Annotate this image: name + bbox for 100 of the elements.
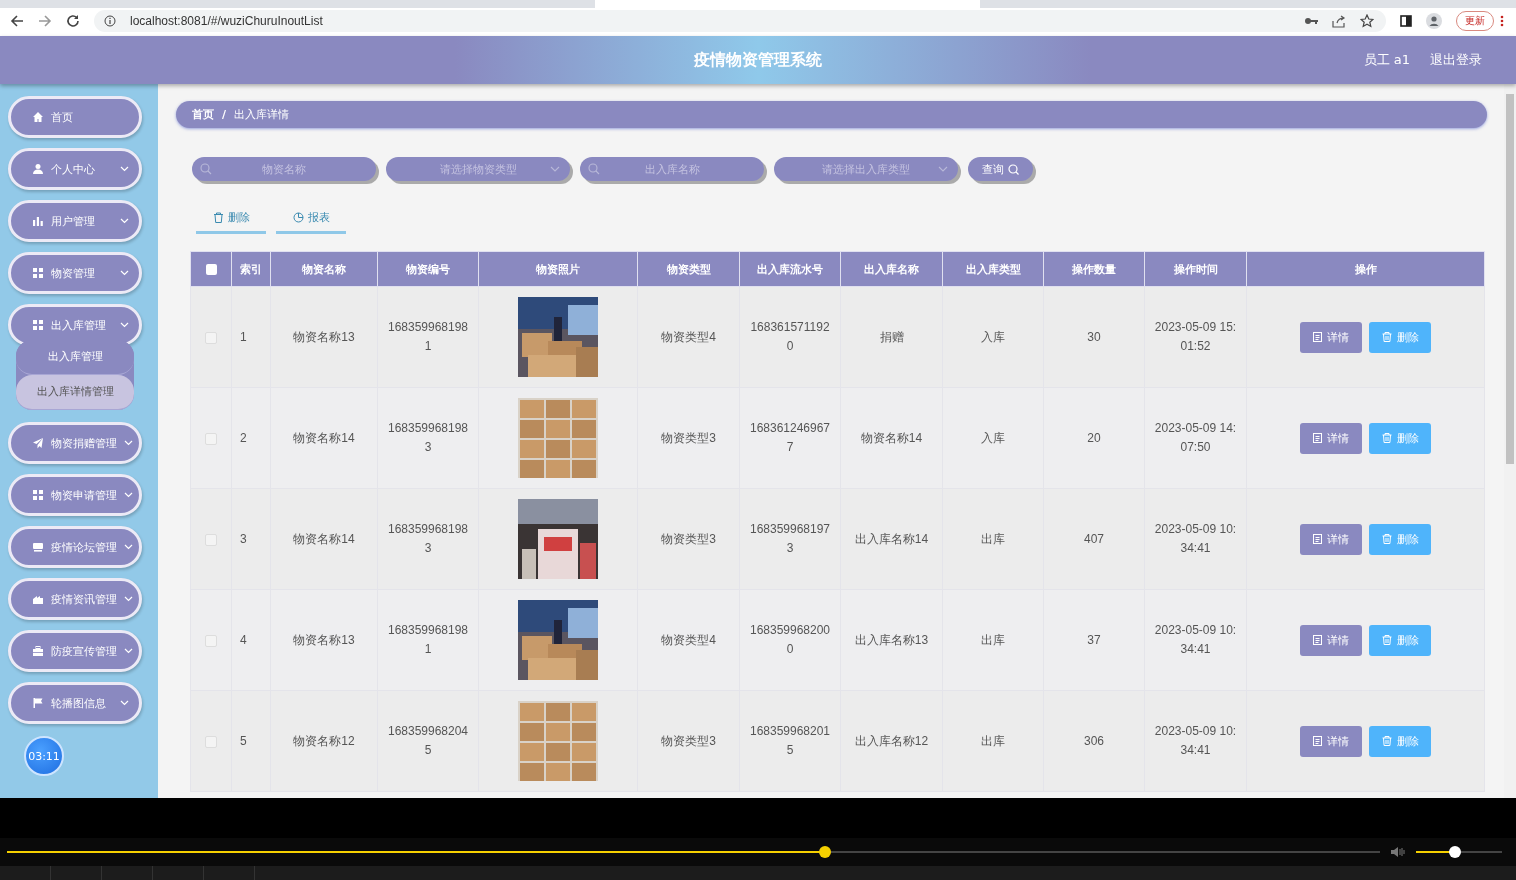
table-cell: 出库 bbox=[981, 733, 1005, 748]
menu-item[interactable]: 个人中心 bbox=[8, 148, 142, 190]
trash-icon bbox=[212, 211, 224, 223]
monitor-icon bbox=[32, 541, 44, 553]
key-icon[interactable] bbox=[1304, 16, 1318, 26]
details-button[interactable]: 详情 bbox=[1300, 422, 1362, 454]
column-header: 物资类型 bbox=[637, 251, 740, 287]
speaker-icon[interactable] bbox=[1390, 846, 1406, 858]
table-cell: 1683599681981 bbox=[387, 320, 469, 353]
delete-button[interactable]: 删除 bbox=[1369, 523, 1431, 555]
update-button[interactable]: 更新 bbox=[1456, 11, 1494, 31]
table-cell: 出入库名称14 bbox=[854, 531, 929, 546]
caret-icon bbox=[120, 218, 129, 224]
more-icon[interactable] bbox=[1500, 15, 1504, 27]
user-name: 员工 a1 bbox=[1363, 51, 1410, 69]
star-icon[interactable] bbox=[1360, 14, 1374, 28]
table-cell: 出入库名称13 bbox=[854, 632, 929, 647]
document-icon bbox=[1313, 736, 1322, 746]
table-cell: 306 bbox=[1084, 733, 1104, 748]
details-button[interactable]: 详情 bbox=[1300, 725, 1362, 757]
table-cell: 物资名称14 bbox=[293, 430, 355, 445]
details-button[interactable]: 详情 bbox=[1300, 624, 1362, 656]
flag-icon bbox=[32, 697, 44, 709]
chevron-icon bbox=[938, 166, 948, 172]
menu-item[interactable]: 防疫宣传管理 bbox=[8, 630, 142, 672]
table-cell: 1683599682045 bbox=[387, 724, 469, 757]
menu-item[interactable]: 首页 bbox=[8, 96, 142, 138]
trash-icon bbox=[1381, 534, 1392, 544]
share-icon[interactable] bbox=[1332, 14, 1346, 28]
menu-item[interactable]: 物资管理 bbox=[8, 252, 142, 294]
home-icon bbox=[32, 111, 44, 123]
menu-item[interactable]: 用户管理 bbox=[8, 200, 142, 242]
menu-item[interactable]: 疫情论坛管理 bbox=[8, 526, 142, 568]
select-all-checkbox[interactable] bbox=[205, 264, 217, 275]
caret-icon bbox=[120, 270, 129, 276]
back-icon[interactable] bbox=[10, 14, 24, 28]
menu-item[interactable]: 轮播图信息 bbox=[8, 682, 142, 724]
document-icon bbox=[1313, 635, 1322, 645]
details-button[interactable]: 详情 bbox=[1300, 321, 1362, 353]
timer-badge: 03:11 bbox=[24, 736, 64, 776]
grid-icon bbox=[32, 267, 44, 279]
address-bar[interactable]: localhost:8081/#/wuziChuruInoutList bbox=[94, 10, 1386, 32]
table-cell: 1683612469677 bbox=[749, 421, 831, 454]
table-cell: 1683599681981 bbox=[387, 623, 469, 656]
caret-icon bbox=[124, 440, 133, 446]
caret-icon bbox=[124, 544, 133, 550]
sidebar-icon[interactable] bbox=[1400, 15, 1412, 27]
table-cell: 1683599681983 bbox=[387, 522, 469, 555]
submenu-item[interactable]: 出入库详情管理 bbox=[16, 375, 134, 410]
column-header: 出入库名称 bbox=[840, 251, 943, 287]
menu-item[interactable]: 物资申请管理 bbox=[8, 474, 142, 516]
search-icon bbox=[200, 163, 212, 175]
breadcrumb-link[interactable]: 首页 bbox=[192, 107, 214, 122]
pie-chart-icon bbox=[292, 211, 304, 223]
person-icon bbox=[32, 163, 44, 175]
table-cell: 出库 bbox=[981, 531, 1005, 546]
caret-icon bbox=[120, 700, 129, 706]
briefcase-icon bbox=[32, 645, 44, 657]
trash-icon bbox=[1381, 332, 1392, 342]
delete-button[interactable]: 删除 bbox=[1369, 725, 1431, 757]
menu-item[interactable]: 出入库管理 bbox=[8, 304, 142, 346]
menu-item[interactable]: 疫情资讯管理 bbox=[8, 578, 142, 620]
delete-button[interactable]: 删除 bbox=[1369, 321, 1431, 353]
column-header: 出入库流水号 bbox=[739, 251, 841, 287]
menu-item[interactable]: 物资捐赠管理 bbox=[8, 422, 142, 464]
table-cell: 2023-05-09 14:07:50 bbox=[1154, 421, 1237, 454]
forward-icon[interactable] bbox=[38, 14, 52, 28]
delete-button[interactable]: 删除 bbox=[1369, 422, 1431, 454]
details-button[interactable]: 详情 bbox=[1300, 523, 1362, 555]
document-icon bbox=[1313, 534, 1322, 544]
table-cell: 3 bbox=[240, 531, 247, 546]
breadcrumb-separator: / bbox=[222, 108, 227, 121]
table-cell: 物资名称12 bbox=[293, 733, 355, 748]
document-icon bbox=[1313, 433, 1322, 443]
report-button[interactable]: 报表 bbox=[276, 203, 346, 234]
column-header: 操作 bbox=[1246, 251, 1485, 287]
table-cell: 物资类型4 bbox=[661, 329, 716, 344]
submenu-item[interactable]: 出入库管理 bbox=[16, 340, 134, 375]
table-cell: 1 bbox=[240, 329, 247, 344]
info-icon[interactable] bbox=[104, 15, 116, 27]
house-icon bbox=[32, 593, 44, 605]
table-cell: 捐赠 bbox=[879, 329, 904, 344]
table-cell: 入库 bbox=[981, 430, 1005, 445]
logout-link[interactable]: 退出登录 bbox=[1430, 51, 1482, 69]
reload-icon[interactable] bbox=[66, 14, 80, 28]
table-cell: 物资名称13 bbox=[293, 632, 355, 647]
caret-icon bbox=[124, 596, 133, 602]
delete-button[interactable]: 删除 bbox=[1369, 624, 1431, 656]
table-cell: 物资类型3 bbox=[661, 531, 716, 546]
table-cell: 37 bbox=[1087, 632, 1101, 647]
breadcrumb-current: 出入库详情 bbox=[234, 107, 290, 122]
table-cell: 出库 bbox=[981, 632, 1005, 647]
table-cell: 物资类型4 bbox=[661, 632, 716, 647]
url-text: localhost:8081/#/wuziChuruInoutList bbox=[130, 14, 323, 28]
caret-icon bbox=[120, 322, 129, 328]
delete-button[interactable]: 删除 bbox=[196, 203, 266, 234]
table-cell: 1683599682015 bbox=[749, 724, 831, 757]
table-cell: 2023-05-09 10:34:41 bbox=[1154, 522, 1237, 555]
profile-icon[interactable] bbox=[1426, 13, 1442, 29]
search-button[interactable]: 查询 bbox=[968, 157, 1033, 181]
